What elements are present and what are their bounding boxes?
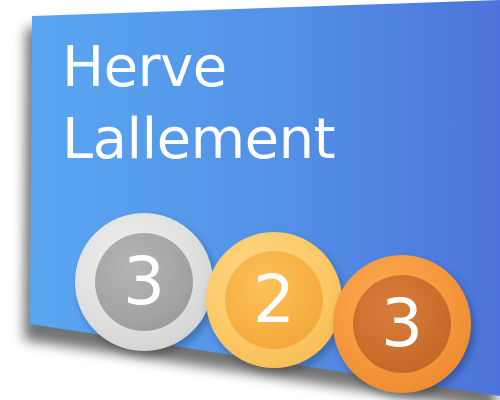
silver-medal: 3 — [75, 213, 213, 351]
medal-card-canvas: Herve Lallement 3 2 3 — [0, 0, 500, 400]
last-name: Lallement — [62, 107, 336, 172]
gold-medal-count: 2 — [225, 251, 323, 349]
silver-medal-count: 3 — [95, 233, 193, 331]
gold-medal: 2 — [206, 232, 342, 368]
bronze-medal-count: 3 — [353, 275, 451, 373]
first-name: Herve — [62, 35, 227, 100]
bronze-medal: 3 — [333, 255, 471, 393]
